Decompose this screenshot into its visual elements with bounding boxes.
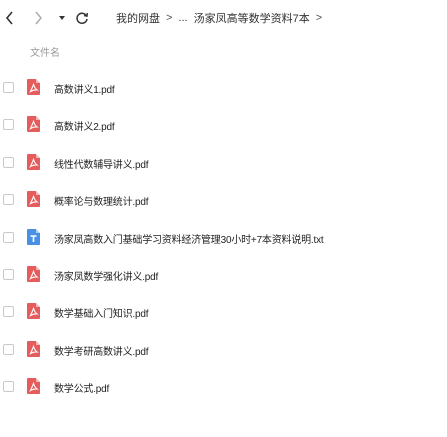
toolbar: 我的网盘 > ... 汤家凤高等数学资料7本 > bbox=[0, 0, 447, 36]
file-name[interactable]: 数学基础入门知识.pdf bbox=[54, 305, 148, 320]
row-checkbox[interactable] bbox=[3, 381, 14, 393]
chevron-left-icon bbox=[5, 11, 13, 25]
breadcrumb-ellipsis[interactable]: ... bbox=[178, 12, 187, 24]
file-name[interactable]: 高数讲义2.pdf bbox=[54, 118, 115, 133]
file-row[interactable]: 数学基础入门知识.pdf bbox=[0, 296, 447, 330]
pdf-file-icon bbox=[27, 266, 40, 282]
caret-down-icon bbox=[59, 16, 65, 20]
file-row[interactable]: 高数讲义2.pdf bbox=[0, 109, 447, 143]
chevron-right-icon bbox=[35, 11, 42, 25]
file-name[interactable]: 数学公式.pdf bbox=[54, 380, 109, 395]
file-name[interactable]: 数学考研高数讲义.pdf bbox=[54, 343, 148, 358]
row-checkbox[interactable] bbox=[3, 269, 14, 280]
back-button[interactable] bbox=[2, 9, 18, 27]
pdf-file-icon bbox=[27, 153, 40, 170]
file-row[interactable]: 数学考研高数讲义.pdf bbox=[0, 334, 447, 368]
pdf-file-icon bbox=[27, 340, 40, 357]
row-checkbox[interactable] bbox=[3, 343, 14, 355]
pdf-file-icon bbox=[27, 191, 40, 208]
file-row[interactable]: 汤家凤数学强化讲义.pdf bbox=[0, 259, 447, 293]
file-row[interactable]: 线性代数辅导讲义.pdf bbox=[0, 147, 447, 181]
file-name[interactable]: 线性代数辅导讲义.pdf bbox=[54, 156, 148, 171]
pdf-file-icon bbox=[27, 303, 40, 320]
pdf-file-icon bbox=[27, 378, 40, 395]
file-row[interactable]: 汤家凤高数入门基础学习资料经济管理30小时+7本资料说明.txt bbox=[0, 222, 447, 256]
pdf-file-icon bbox=[27, 116, 40, 133]
row-checkbox[interactable] bbox=[3, 119, 14, 131]
breadcrumb-separator[interactable]: > bbox=[316, 12, 322, 24]
history-dropdown-button[interactable] bbox=[55, 9, 69, 27]
pdf-file-icon bbox=[27, 79, 40, 95]
txt-file-icon bbox=[27, 228, 40, 245]
file-row[interactable]: 数学公式.pdf bbox=[0, 371, 447, 405]
forward-button[interactable] bbox=[30, 9, 46, 27]
breadcrumb-separator: > bbox=[166, 12, 173, 24]
file-name[interactable]: 高数讲义1.pdf bbox=[54, 81, 115, 96]
refresh-icon bbox=[76, 12, 88, 25]
file-row[interactable]: 概率论与数理统计.pdf bbox=[0, 184, 447, 218]
file-name[interactable]: 概率论与数理统计.pdf bbox=[54, 193, 148, 208]
file-name[interactable]: 汤家凤高数入门基础学习资料经济管理30小时+7本资料说明.txt bbox=[54, 231, 324, 246]
row-checkbox[interactable] bbox=[3, 156, 14, 168]
row-checkbox[interactable] bbox=[3, 231, 14, 243]
row-checkbox[interactable] bbox=[3, 194, 14, 206]
breadcrumb-root[interactable]: 我的网盘 bbox=[116, 10, 160, 26]
file-name[interactable]: 汤家凤数学强化讲义.pdf bbox=[54, 268, 158, 283]
row-checkbox[interactable] bbox=[3, 82, 14, 93]
breadcrumb: 我的网盘 > ... 汤家凤高等数学资料7本 > bbox=[116, 10, 322, 26]
file-row[interactable]: 高数讲义1.pdf bbox=[0, 72, 447, 106]
row-checkbox[interactable] bbox=[3, 306, 14, 318]
refresh-button[interactable] bbox=[74, 9, 90, 27]
column-header-name[interactable]: 文件名 bbox=[30, 44, 60, 59]
breadcrumb-current[interactable]: 汤家凤高等数学资料7本 bbox=[194, 10, 310, 26]
